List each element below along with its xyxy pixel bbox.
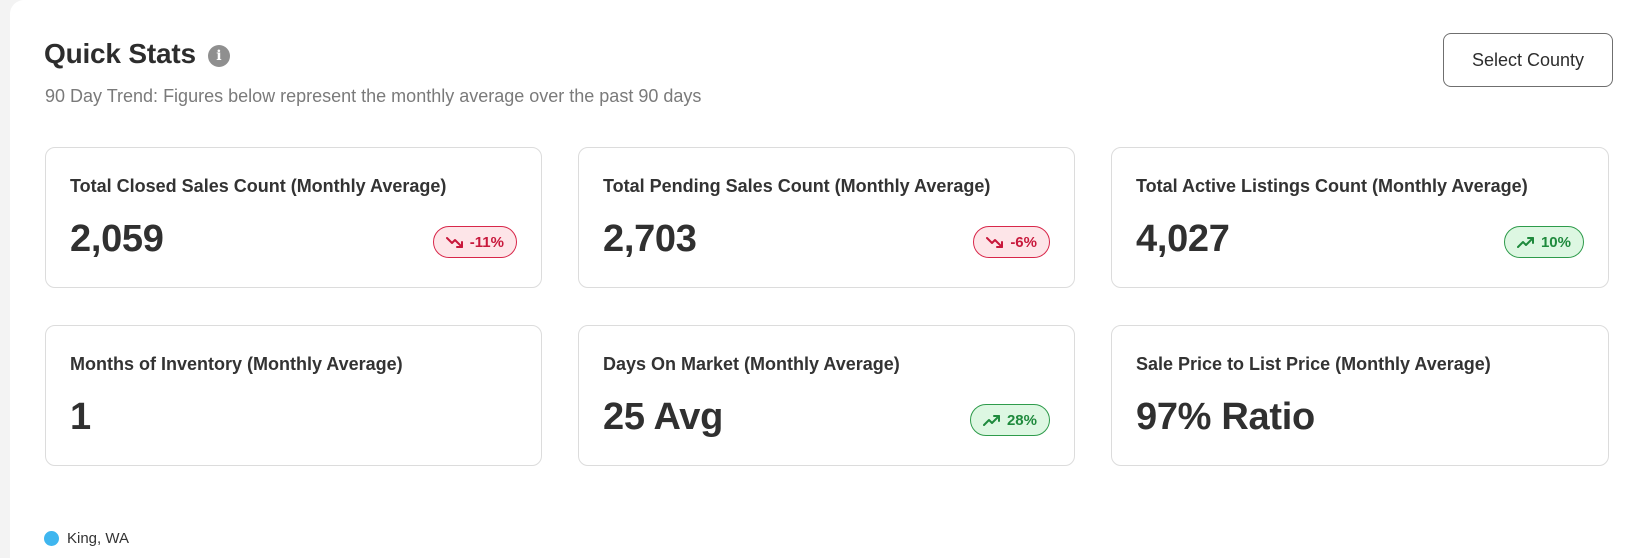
county-legend: King, WA [44,530,129,547]
trend-down-icon [986,237,1004,248]
stats-grid: Total Closed Sales Count (Monthly Averag… [45,147,1609,466]
stat-card-value: 4,027 [1136,218,1230,260]
trend-down-icon [445,237,463,248]
stat-card-label: Days On Market (Monthly Average) [603,354,900,374]
stat-card-label: Months of Inventory (Monthly Average) [70,354,403,374]
trend-badge: 10% [1503,226,1584,258]
trend-up-icon [1516,237,1534,248]
stat-card-label: Total Closed Sales Count (Monthly Averag… [70,176,447,196]
trend-up-icon [982,415,1000,426]
stat-card-label: Total Active Listings Count (Monthly Ave… [1136,176,1528,196]
title-row: Quick Stats i [44,38,230,70]
stat-card-label: Sale Price to List Price (Monthly Averag… [1136,354,1491,374]
stat-card-months-inventory: Months of Inventory (Monthly Average) 1 [45,325,542,466]
info-icon[interactable]: i [207,44,230,67]
trend-badge: -6% [973,226,1050,258]
stat-card-value: 25 Avg [603,396,723,438]
stat-card-closed-sales: Total Closed Sales Count (Monthly Averag… [45,147,542,288]
quick-stats-panel: Quick Stats i 90 Day Trend: Figures belo… [10,0,1640,558]
stat-card-value: 1 [70,396,91,438]
stat-card-sale-to-list: Sale Price to List Price (Monthly Averag… [1111,325,1609,466]
trend-badge-text: -11% [469,233,504,251]
stat-card-active-listings: Total Active Listings Count (Monthly Ave… [1111,147,1609,288]
stat-card-value: 97% Ratio [1136,396,1315,438]
legend-label: King, WA [67,530,129,547]
stat-card-days-on-market: Days On Market (Monthly Average) 25 Avg … [578,325,1075,466]
select-county-button[interactable]: Select County [1443,33,1613,87]
page-title: Quick Stats [44,38,196,69]
legend-dot [44,531,59,546]
trend-badge-text: 10% [1540,233,1571,251]
trend-badge: -11% [432,226,517,258]
stat-card-label: Total Pending Sales Count (Monthly Avera… [603,176,991,196]
stat-card-pending-sales: Total Pending Sales Count (Monthly Avera… [578,147,1075,288]
stat-card-value: 2,059 [70,218,164,260]
trend-badge: 28% [969,404,1050,436]
trend-badge-text: 28% [1006,411,1037,429]
stat-card-value: 2,703 [603,218,697,260]
page-subtitle: 90 Day Trend: Figures below represent th… [45,86,702,106]
trend-badge-text: -6% [1010,233,1037,251]
